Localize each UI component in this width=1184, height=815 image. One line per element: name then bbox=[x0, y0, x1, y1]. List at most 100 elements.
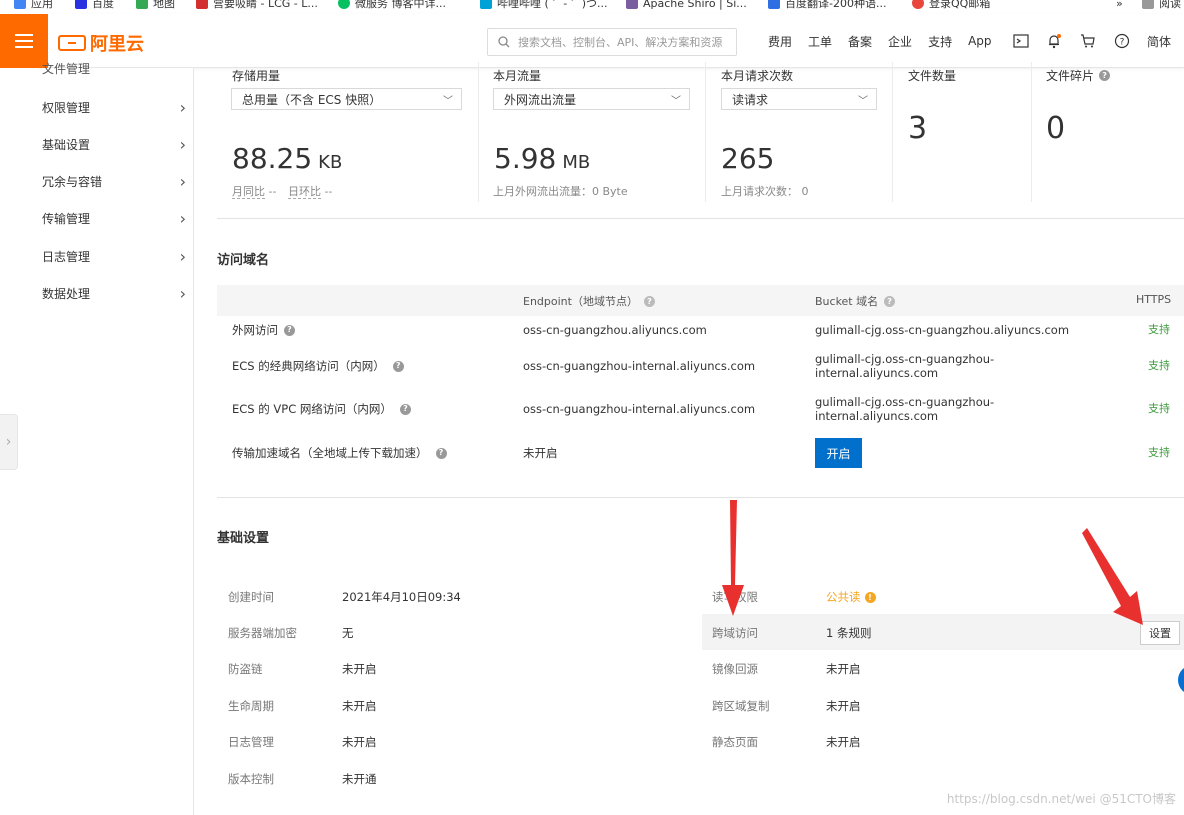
aliyun-logo-icon bbox=[58, 35, 86, 51]
bookmark-map[interactable]: 地图 bbox=[136, 0, 175, 10]
help-icon[interactable]: ? bbox=[884, 295, 896, 307]
wechat-icon bbox=[338, 0, 350, 9]
chevron-down-icon: ﹀ bbox=[858, 95, 868, 107]
nav-icp[interactable]: 备案 bbox=[848, 33, 872, 50]
traffic-value: 5.98 MB bbox=[494, 142, 591, 175]
chevron-right-icon: › bbox=[179, 284, 186, 303]
terminal-icon[interactable] bbox=[1013, 33, 1029, 49]
nav-billing[interactable]: 费用 bbox=[768, 33, 792, 50]
shiro-icon bbox=[626, 0, 638, 9]
requests-value: 265 bbox=[721, 142, 775, 175]
static-page-label: 静态页面 bbox=[712, 735, 758, 749]
nav-enterprise[interactable]: 企业 bbox=[888, 33, 912, 50]
section-divider bbox=[217, 497, 1184, 498]
bookmark-microservice[interactable]: 微服务 博客中详... bbox=[338, 0, 446, 10]
search-icon bbox=[498, 36, 510, 48]
divider bbox=[705, 62, 706, 202]
cors-settings-button[interactable]: 设置 bbox=[1140, 621, 1180, 645]
nav-app[interactable]: App bbox=[968, 34, 991, 48]
logging-label: 日志管理 bbox=[228, 735, 274, 749]
fragments-value: 0 bbox=[1046, 111, 1066, 146]
bookmark-translate[interactable]: 百度翻译-200种语... bbox=[768, 0, 886, 10]
map-icon bbox=[136, 0, 148, 9]
requests-select[interactable]: 读请求 ﹀ bbox=[721, 88, 877, 110]
sidebar-item-basic-settings[interactable]: 基础设置 › bbox=[42, 135, 186, 154]
nav-tickets[interactable]: 工单 bbox=[808, 33, 832, 50]
acl-value: 公共读! bbox=[826, 589, 876, 605]
cors-row-highlight bbox=[702, 614, 1184, 650]
domains-table-header: Endpoint（地域节点）? Bucket 域名? HTTPS bbox=[217, 285, 1184, 316]
storage-label: 存储用量 bbox=[232, 69, 281, 83]
chevron-right-icon: › bbox=[179, 98, 186, 117]
bell-icon[interactable] bbox=[1046, 33, 1062, 49]
acl-label: 读写权限 bbox=[712, 590, 758, 604]
static-page-value: 未开启 bbox=[826, 735, 861, 749]
bookmark-bilibili[interactable]: 哔哩哔哩 ( ゜- ゜)つ... bbox=[480, 0, 608, 10]
logging-value: 未开启 bbox=[342, 735, 377, 749]
fragments-label: 文件碎片 bbox=[1046, 69, 1095, 83]
warning-icon: ! bbox=[864, 591, 876, 603]
chevron-right-icon: › bbox=[5, 434, 12, 450]
help-icon[interactable]: ? bbox=[284, 324, 295, 336]
traffic-select[interactable]: 外网流出流量 ﹀ bbox=[493, 88, 690, 110]
sidebar-item-transfer[interactable]: 传输管理 › bbox=[42, 209, 186, 228]
encryption-value: 无 bbox=[342, 626, 354, 640]
sidebar-item-data-processing[interactable]: 数据处理 › bbox=[42, 284, 186, 303]
bookmark-shiro[interactable]: Apache Shiro | Si... bbox=[626, 0, 747, 10]
bucket-domain-value: gulimall-cjg.oss-cn-guangzhou- bbox=[815, 352, 995, 366]
sidebar-collapse-toggle[interactable]: › bbox=[0, 414, 18, 470]
bookmark-lcg[interactable]: 营要吸睛 - LCG - L... bbox=[196, 0, 318, 10]
cart-icon[interactable] bbox=[1080, 33, 1096, 49]
aliyun-logo[interactable]: 阿里云 bbox=[58, 30, 144, 56]
help-icon[interactable]: ? bbox=[643, 295, 655, 307]
https-status: 支持 bbox=[1148, 402, 1170, 415]
versioning-label: 版本控制 bbox=[228, 772, 274, 786]
bookmark-baidu[interactable]: 百度 bbox=[75, 0, 114, 10]
sidebar-item-permissions[interactable]: 权限管理 › bbox=[42, 98, 186, 117]
hotlink-label: 防盗链 bbox=[228, 662, 263, 676]
nav-support[interactable]: 支持 bbox=[928, 33, 952, 50]
help-icon[interactable]: ? bbox=[392, 360, 404, 372]
bookmark-qqmail[interactable]: 登录QQ邮箱 bbox=[912, 0, 990, 10]
bucket-domain-value: gulimall-cjg.oss-cn-guangzhou- bbox=[815, 395, 995, 409]
search-input[interactable]: 搜索文档、控制台、API、解决方案和资源 bbox=[487, 28, 737, 56]
enable-acceleration-button[interactable]: 开启 bbox=[815, 438, 862, 468]
traffic-label: 本月流量 bbox=[493, 69, 542, 83]
divider bbox=[478, 62, 479, 202]
storage-compare: 月同比 -- 日环比 -- bbox=[232, 185, 333, 199]
lifecycle-label: 生命周期 bbox=[228, 699, 274, 713]
col-bucket: Bucket 域名? bbox=[815, 293, 896, 309]
help-icon[interactable]: ? bbox=[435, 447, 447, 459]
section-divider bbox=[217, 218, 1184, 219]
sidebar-item-file-management[interactable]: 文件管理 bbox=[42, 60, 186, 77]
sidebar-item-redundancy[interactable]: 冗余与容错 › bbox=[42, 172, 186, 191]
top-nav-links: 费用 工单 备案 企业 支持 App bbox=[760, 14, 1000, 68]
bookmark-apps[interactable]: 应用 bbox=[14, 0, 53, 10]
chevron-right-icon: › bbox=[179, 209, 186, 228]
created-time-value: 2021年4月10日09:34 bbox=[342, 590, 461, 604]
endpoint-value: oss-cn-guangzhou-internal.aliyuncs.com bbox=[523, 402, 756, 416]
bookmark-reading[interactable]: 阅读 bbox=[1142, 0, 1181, 10]
bookmarks-more[interactable]: » bbox=[1116, 0, 1123, 10]
bookmarks-bar: 应用 百度 地图 营要吸睛 - LCG - L... 微服务 博客中详... 哔… bbox=[0, 0, 1184, 10]
bucket-domain-value-cont: internal.aliyuncs.com bbox=[815, 366, 939, 380]
chevron-down-icon: ﹀ bbox=[443, 95, 453, 107]
traffic-last-month: 上月外网流出流量：0 Byte bbox=[493, 185, 628, 198]
help-icon[interactable]: ? bbox=[399, 403, 411, 415]
storage-select[interactable]: 总用量（不含 ECS 快照） ﹀ bbox=[231, 88, 462, 110]
baidu-icon bbox=[75, 0, 87, 9]
bilibili-icon bbox=[480, 0, 492, 9]
endpoint-value: oss-cn-guangzhou-internal.aliyuncs.com bbox=[523, 359, 756, 373]
language-switch[interactable]: 简体 bbox=[1147, 33, 1171, 50]
floating-help-button[interactable] bbox=[1178, 665, 1184, 695]
sidebar-item-logs[interactable]: 日志管理 › bbox=[42, 247, 186, 266]
menu-button[interactable] bbox=[0, 14, 48, 68]
versioning-value: 未开通 bbox=[342, 772, 377, 786]
mirror-label: 镜像回源 bbox=[712, 662, 758, 676]
help-icon[interactable]: ? bbox=[1099, 70, 1111, 81]
cors-label: 跨域访问 bbox=[712, 626, 758, 640]
help-icon[interactable]: ? bbox=[1114, 33, 1130, 49]
requests-last-month: 上月请求次数： 0 bbox=[721, 185, 809, 198]
requests-label: 本月请求次数 bbox=[721, 69, 794, 83]
endpoint-value: oss-cn-guangzhou.aliyuncs.com bbox=[523, 323, 707, 337]
